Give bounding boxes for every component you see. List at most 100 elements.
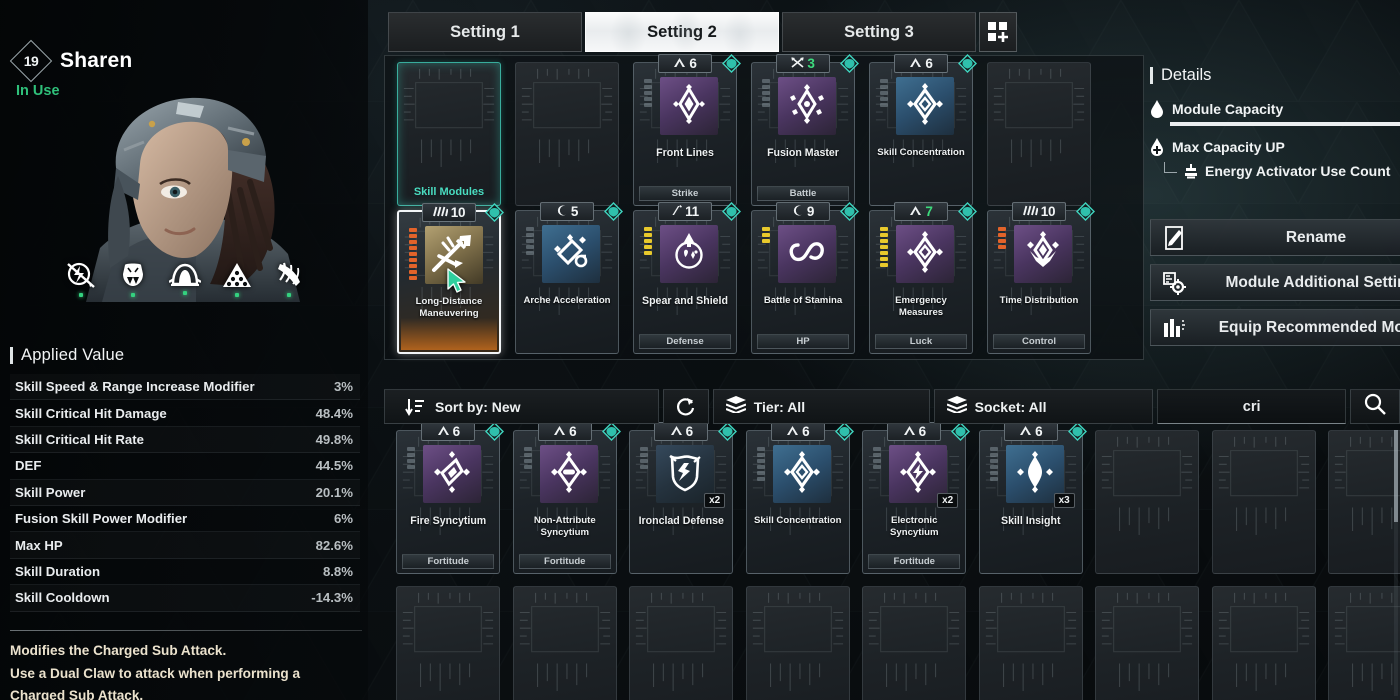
capacity-pips <box>989 447 998 481</box>
empty-slot[interactable] <box>978 586 1083 700</box>
module-cost-value: 6 <box>802 424 810 439</box>
empty-slot[interactable] <box>1211 430 1316 574</box>
ability-dot <box>287 293 291 297</box>
socket-gem-icon <box>722 54 741 73</box>
chevron-cost-icon <box>553 423 566 441</box>
module-category: Fortitude <box>518 554 611 569</box>
capacity-pips <box>873 447 882 469</box>
stat-value: 8.8% <box>322 563 353 579</box>
empty-slot[interactable] <box>1095 430 1200 574</box>
module-name: Battle of Stamina <box>763 295 843 306</box>
module-card[interactable]: 6 Skill Concentration <box>869 54 977 206</box>
empty-slot[interactable] <box>987 62 1091 206</box>
module-cost-badge: 6 <box>658 54 712 73</box>
module-category: Defense <box>639 334 731 349</box>
module-category: Battle <box>757 186 849 201</box>
ability-claw-strike[interactable] <box>268 262 310 297</box>
dome-shield-icon <box>169 263 201 286</box>
level-badge: 19 <box>9 39 53 83</box>
search-input[interactable]: cri <box>1157 389 1346 424</box>
socket-gem-icon <box>718 422 738 441</box>
inventory-cell <box>623 586 740 700</box>
module-card[interactable]: 6 x2 Electronic Syncytium Fortitude <box>862 422 971 574</box>
module-cost-badge: 6 <box>421 422 476 441</box>
module-card[interactable]: 3 Fusion Master Battle <box>751 54 859 206</box>
ability-triangle-dots[interactable] <box>216 262 258 297</box>
tier-filter[interactable]: Tier: All <box>712 389 930 424</box>
equip-recommended-button[interactable]: Equip Recommended Mod <box>1150 309 1400 346</box>
module-card[interactable]: 7 Emergency Measures Luck <box>869 202 977 354</box>
module-quantity-badge: x2 <box>704 493 726 508</box>
module-card[interactable]: 6 Skill Concentration <box>745 422 854 574</box>
module-card[interactable]: 11 Spear and Shield Defense <box>633 202 741 354</box>
equip-recommended-label: Equip Recommended Mod <box>1218 318 1400 336</box>
module-category: Strike <box>639 186 731 201</box>
module-description: Modifies the Charged Sub Attack. Use a D… <box>10 630 362 700</box>
module-card[interactable]: 6 x2 Ironclad Defense <box>629 422 738 574</box>
equipped-modules-grid: Skill Modules 6 Front Lines Strike 3 Fus… <box>390 54 1098 358</box>
empty-slot[interactable] <box>515 62 619 206</box>
empty-slot[interactable] <box>745 586 850 700</box>
empty-slot[interactable] <box>1328 586 1400 700</box>
tab-setting-2[interactable]: Setting 2 <box>585 12 779 52</box>
stat-row: Skill Duration 8.8% <box>10 559 360 586</box>
module-cost-badge: 6 <box>1003 422 1058 441</box>
module-additional-settings-button[interactable]: Module Additional Settin <box>1150 264 1400 301</box>
module-cost-value: 10 <box>1040 204 1056 219</box>
drop-icon <box>1151 100 1163 118</box>
empty-slot[interactable] <box>862 586 967 700</box>
filter-toolbar: Sort by: New Tier: All Socket: All cri <box>384 389 1400 424</box>
inventory-cell <box>856 586 973 700</box>
module-quantity-badge: x2 <box>937 493 959 508</box>
ability-dome-shield[interactable] <box>164 262 206 297</box>
module-card[interactable]: 5 Arche Acceleration <box>515 202 623 354</box>
empty-slot[interactable] <box>512 586 617 700</box>
socket-filter[interactable]: Socket: All <box>933 389 1154 424</box>
ability-helmet-burst[interactable] <box>112 262 154 297</box>
empty-slot[interactable] <box>1328 430 1400 574</box>
empty-slot[interactable] <box>1211 586 1316 700</box>
search-button[interactable] <box>1349 389 1400 424</box>
details-panel: Details Module Capacity 5 Max Capacity U… <box>1150 66 1400 183</box>
diamond-wing-icon <box>1022 230 1064 278</box>
ability-lightning-slash[interactable] <box>60 262 102 297</box>
module-card[interactable]: 9 Battle of Stamina HP <box>751 202 859 354</box>
module-cost-badge: 6 <box>537 422 592 441</box>
rename-button[interactable]: Rename <box>1150 219 1400 256</box>
chevron-cost-icon <box>903 423 916 441</box>
module-cost-badge: 6 <box>770 422 825 441</box>
diamond-burst-icon <box>668 83 710 130</box>
module-cost-badge: 7 <box>894 202 948 221</box>
refresh-button[interactable] <box>662 389 709 424</box>
diamond-core-icon <box>904 230 946 278</box>
empty-slot[interactable] <box>396 586 501 700</box>
empty-slot[interactable] <box>629 586 734 700</box>
inventory-cell <box>1089 586 1206 700</box>
tab-setting-3[interactable]: Setting 3 <box>782 12 976 52</box>
module-card[interactable]: 10 Time Distribution Control <box>987 202 1095 354</box>
module-capacity-row: Module Capacity 5 <box>1150 97 1400 121</box>
module-cost-value: 11 <box>685 204 699 219</box>
capacity-pips <box>644 79 652 107</box>
module-card[interactable]: 6 Non-Attribute Syncytium Fortitude <box>512 422 621 574</box>
tab-setting-1[interactable]: Setting 1 <box>388 12 582 52</box>
stat-row: DEF 44.5% <box>10 453 360 480</box>
inventory-cell: 6 Fire Syncytium Fortitude <box>390 422 507 574</box>
equip-cell: 6 Front Lines Strike <box>626 54 744 210</box>
applied-value-panel: Applied Value Skill Speed & Range Increa… <box>10 346 360 612</box>
empty-slot[interactable] <box>1095 586 1200 700</box>
sort-dropdown[interactable]: Sort by: New <box>384 389 659 424</box>
module-card[interactable]: 6 Front Lines Strike <box>633 54 741 206</box>
bars-cost-icon <box>1022 203 1039 221</box>
add-setting-button[interactable] <box>979 12 1017 52</box>
character-name: Sharen <box>60 49 133 72</box>
inventory-cell: 6 Skill Concentration <box>740 422 857 574</box>
module-name: Long-Distance Maneuvering <box>415 296 483 320</box>
module-card[interactable]: 6 x3 Skill Insight <box>978 422 1087 574</box>
inventory-cell <box>1322 430 1400 574</box>
drop-plus-icon <box>1151 138 1163 156</box>
inventory-cell <box>1322 586 1400 700</box>
inventory-scrollbar-thumb[interactable] <box>1394 430 1398 522</box>
empty-slot-skill-modules[interactable]: Skill Modules <box>397 62 501 206</box>
module-card[interactable]: 6 Fire Syncytium Fortitude <box>396 422 505 574</box>
